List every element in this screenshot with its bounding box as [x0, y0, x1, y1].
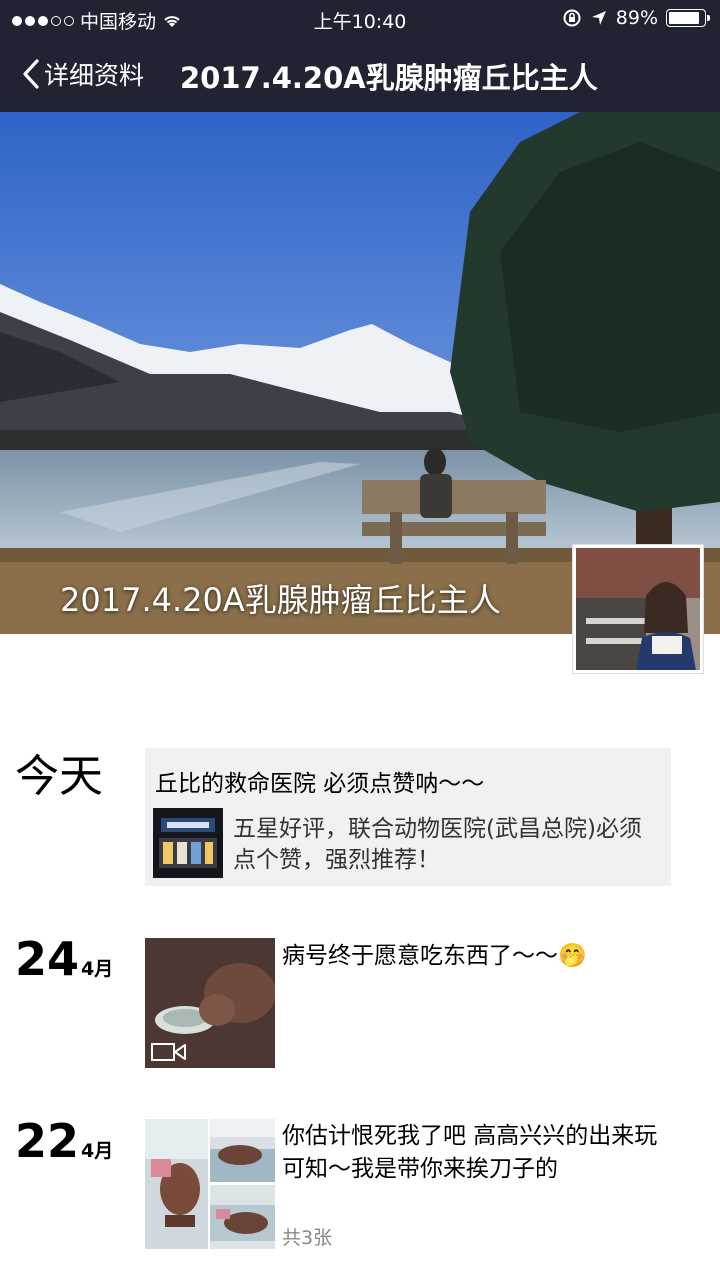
photo-thumbnail[interactable] — [210, 1185, 275, 1249]
cover-name: 2017.4.20A乳腺肿瘤丘比主人 — [60, 581, 501, 619]
share-thumbnail — [153, 808, 223, 878]
post-title: 丘比的救命医院 必须点赞呐～～ — [155, 771, 485, 797]
month-label: 4月 — [81, 958, 114, 980]
avatar[interactable] — [572, 544, 704, 674]
status-bar: 中国移动 上午10:40 89% — [0, 0, 720, 38]
date-today: 今天 — [15, 751, 103, 802]
battery-percent: 89% — [615, 7, 658, 29]
photo-thumbnail[interactable] — [145, 1119, 208, 1249]
photo-count: 共3张 — [282, 1227, 333, 1249]
nav-bar: 详细资料 2017.4.20A乳腺肿瘤丘比主人 — [0, 38, 720, 112]
battery-icon — [666, 9, 710, 27]
status-right: 89% — [562, 7, 710, 29]
month-label: 4月 — [81, 1140, 114, 1162]
date-24: 24 4月 — [15, 936, 113, 982]
photo-thumbnail[interactable] — [210, 1119, 275, 1182]
chevron-left-icon — [23, 59, 39, 89]
day-number: 22 — [15, 1114, 80, 1168]
video-thumbnail[interactable] — [145, 938, 275, 1068]
lock-rotation-icon — [563, 9, 581, 27]
back-button[interactable]: 详细资料 — [22, 56, 144, 92]
share-description: 五星好评，联合动物医院(武昌总院)必须点个赞，强烈推荐！ — [233, 816, 642, 874]
avatar-photo — [576, 548, 700, 670]
location-arrow-icon — [591, 11, 606, 25]
post-text: 病号终于愿意吃东西了～～🤭 — [282, 943, 587, 969]
nav-title: 2017.4.20A乳腺肿瘤丘比主人 — [180, 61, 598, 95]
video-camera-icon — [151, 1043, 186, 1061]
photo-1 — [145, 1119, 208, 1249]
date-22: 22 4月 — [15, 1118, 113, 1164]
photo-2 — [210, 1119, 275, 1182]
shared-link-card[interactable]: 丘比的救命医院 必须点赞呐～～ 五星好评，联合动物医院(武昌总院)必须点个赞，强… — [145, 748, 671, 886]
photo-3 — [210, 1185, 275, 1249]
back-label: 详细资料 — [44, 61, 145, 90]
day-number: 24 — [15, 932, 80, 986]
post-text: 你估计恨死我了吧 高高兴兴的出来玩可知～我是带你来挨刀子的 — [282, 1123, 658, 1183]
